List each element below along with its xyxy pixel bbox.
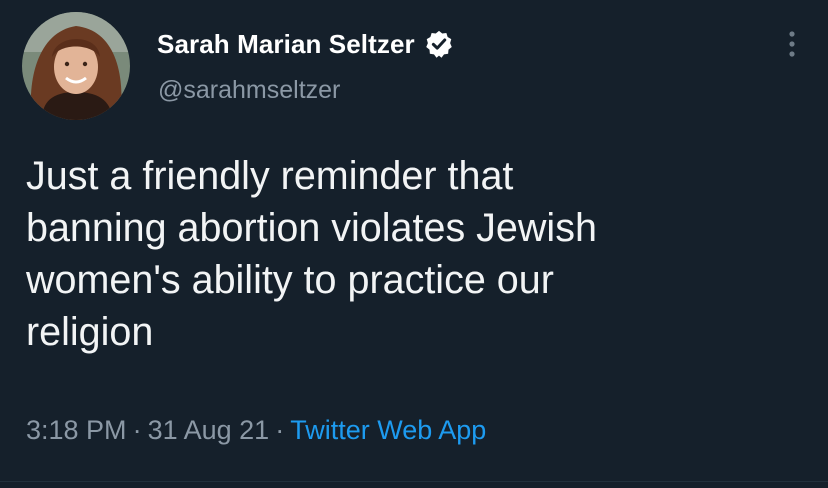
meta-separator: ·: [275, 415, 285, 445]
tweet-date[interactable]: 31 Aug 21: [148, 415, 270, 445]
display-name[interactable]: Sarah Marian Seltzer: [157, 29, 415, 60]
divider: [0, 481, 828, 482]
more-options-icon[interactable]: [784, 28, 800, 60]
tweet-text: Just a friendly reminder that banning ab…: [26, 154, 597, 354]
verified-badge-icon: [424, 29, 454, 59]
meta-separator: ·: [132, 415, 142, 445]
tweet-meta: 3:18 PM · 31 Aug 21 · Twitter Web App: [26, 415, 486, 446]
tweet-card: Sarah Marian Seltzer @sarahmseltzer Just…: [0, 0, 828, 488]
avatar[interactable]: [22, 12, 130, 120]
author-handle[interactable]: @sarahmseltzer: [158, 76, 340, 105]
tweet-source-link[interactable]: Twitter Web App: [290, 415, 486, 445]
author-row: Sarah Marian Seltzer: [157, 24, 454, 64]
tweet-time[interactable]: 3:18 PM: [26, 415, 127, 445]
